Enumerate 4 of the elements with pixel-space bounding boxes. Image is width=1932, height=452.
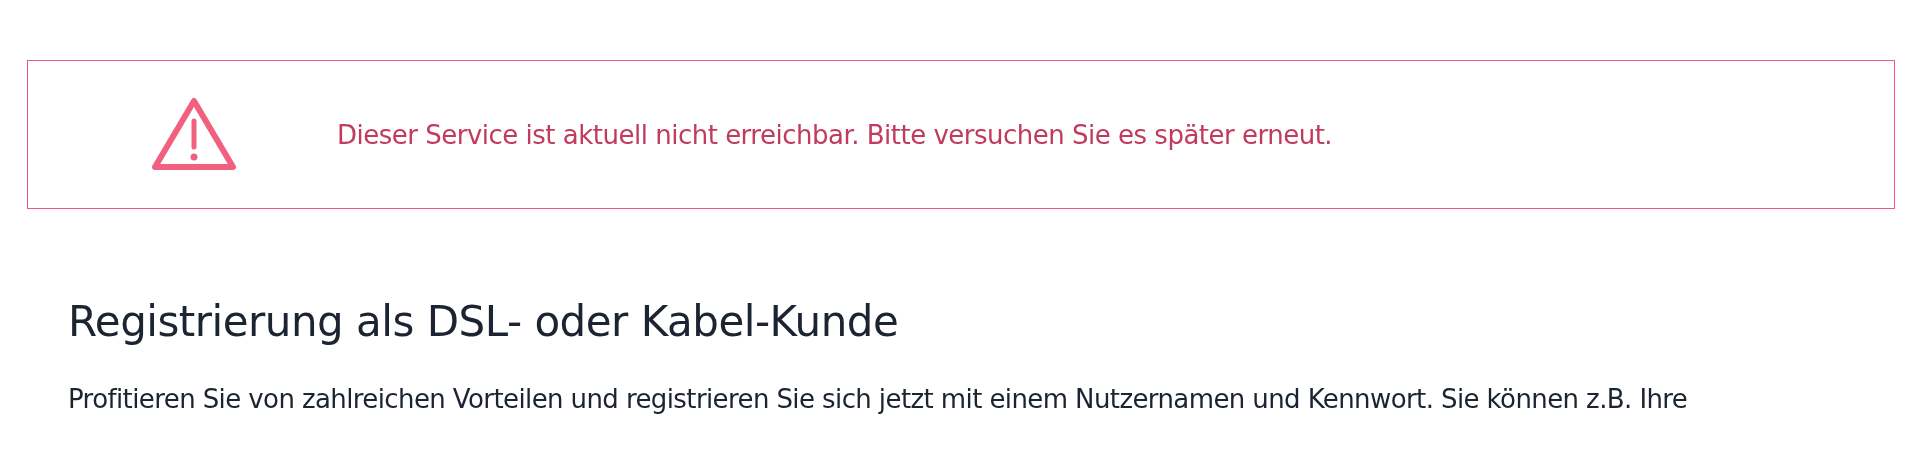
- intro-text: Profitieren Sie von zahlreichen Vorteilen und registrieren Sie sich jetzt mit einem Nutzernamen und Kennwort. Sie können z.B. Ihre: [68, 384, 1689, 414]
- page-heading: Registrierung als DSL- oder Kabel-Kunde: [68, 297, 900, 346]
- warning-icon: [151, 96, 237, 173]
- alert-message: Dieser Service ist aktuell nicht erreichbar. Bitte versuchen Sie es später erneut.: [337, 119, 1333, 150]
